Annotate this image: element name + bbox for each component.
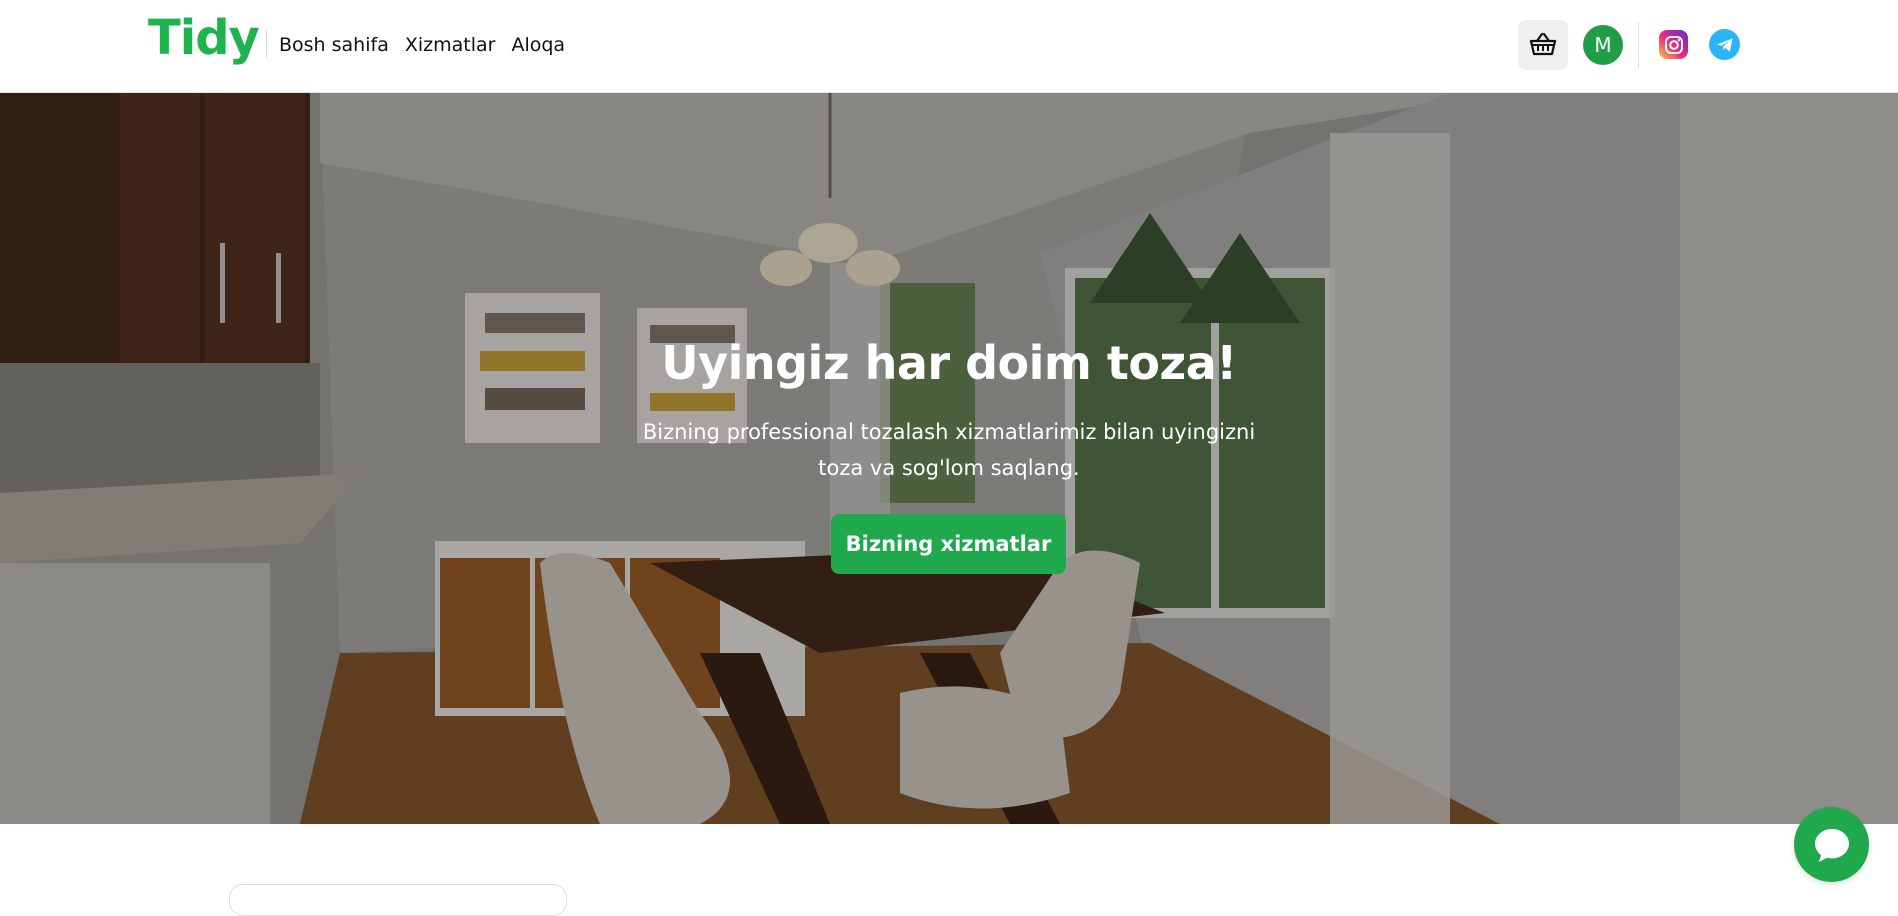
nav-item-home[interactable]: Bosh sahifa <box>279 33 389 57</box>
hero-section: Uyingiz har doim toza! Bizning professio… <box>0 93 1898 824</box>
main-nav: Bosh sahifa Xizmatlar Aloqa <box>279 33 565 57</box>
basket-icon <box>1529 32 1557 56</box>
chat-button[interactable] <box>1794 807 1869 882</box>
nav-item-services[interactable]: Xizmatlar <box>405 33 496 57</box>
telegram-icon[interactable] <box>1709 29 1740 60</box>
hero-title: Uyingiz har doim toza! <box>661 336 1237 390</box>
logo-divider <box>266 30 267 58</box>
chat-bubble-icon <box>1814 828 1849 862</box>
instagram-icon[interactable] <box>1659 30 1688 59</box>
services-cta-button[interactable]: Bizning xizmatlar <box>831 514 1066 574</box>
nav-item-contact[interactable]: Aloqa <box>511 33 565 57</box>
brand-logo[interactable]: Tidy <box>148 14 260 62</box>
hero-subtitle: Bizning professional tozalash xizmatlari… <box>642 420 1256 480</box>
cart-button[interactable] <box>1518 20 1568 70</box>
header-divider <box>1638 22 1639 68</box>
site-header: Tidy Bosh sahifa Xizmatlar Aloqa M <box>0 0 1898 93</box>
user-avatar[interactable]: M <box>1583 25 1623 65</box>
service-card-peek <box>229 884 567 916</box>
